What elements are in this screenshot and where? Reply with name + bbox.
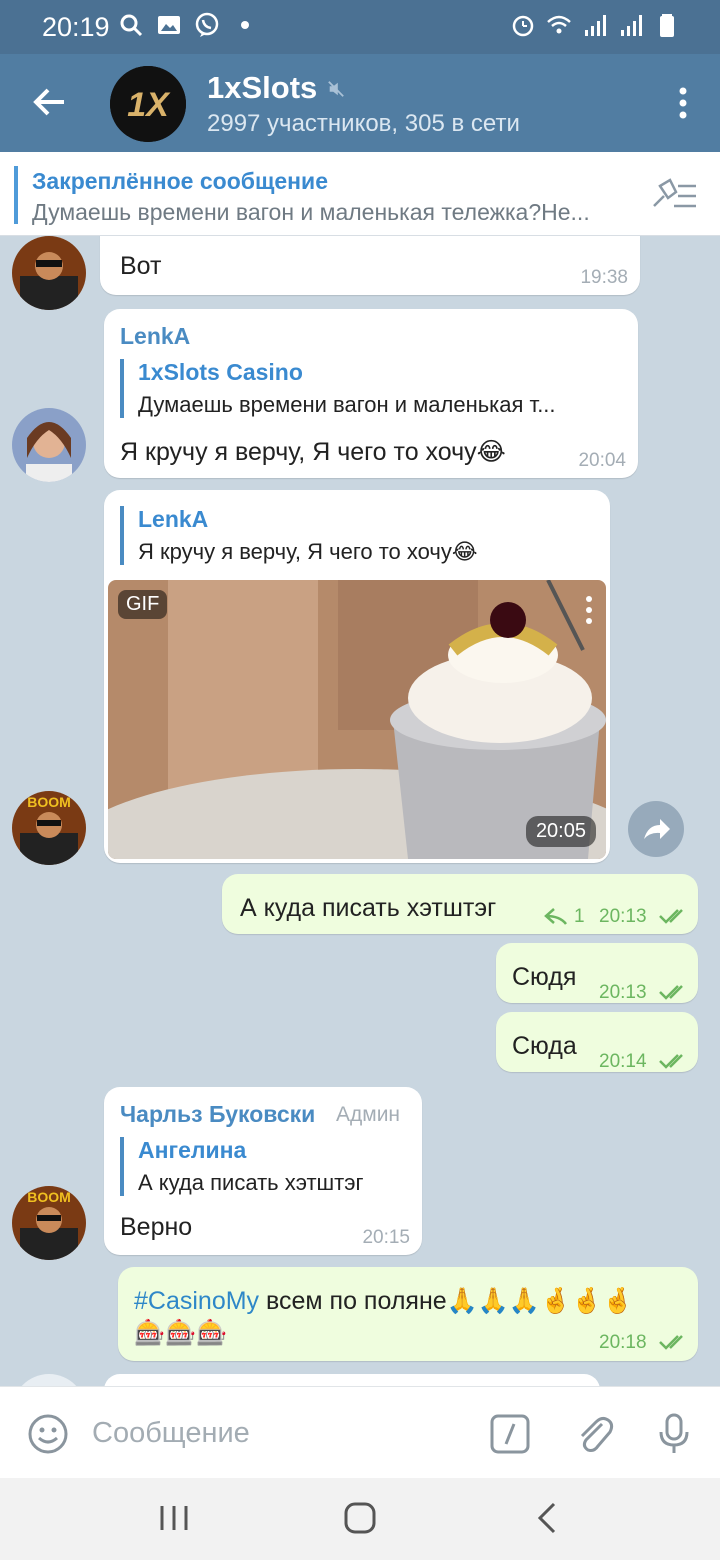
avatar-lenka[interactable] <box>12 408 86 482</box>
gif-menu-icon[interactable] <box>586 596 592 624</box>
message-time: 20:18 <box>599 1332 647 1353</box>
back-nav-icon[interactable] <box>528 1498 568 1538</box>
message-bubble[interactable]: Вот 19:38 <box>100 236 640 295</box>
reply-name: Ангелина <box>138 1137 247 1163</box>
reply-text: Думаешь времени вагон и маленькая т... <box>138 392 556 417</box>
message-text: Сюда <box>512 1032 577 1060</box>
more-menu-icon[interactable] <box>676 86 690 120</box>
reply-quote[interactable]: Ангелина А куда писать хэтштэг <box>120 1137 410 1196</box>
reply-text: Я кручу я верчу, Я чего то хочу😂 <box>138 539 478 564</box>
message-time: 20:13 <box>599 982 647 1003</box>
hashtag-link[interactable]: #CasinoMy <box>134 1287 259 1315</box>
outgoing-message-bubble[interactable]: Сюдя 20:13 <box>496 943 698 1003</box>
message-time: 20:13 <box>599 906 647 927</box>
reply-quote[interactable]: 1xSlots Casino Думаешь времени вагон и м… <box>120 359 620 418</box>
reply-text: А куда писать хэтштэг <box>138 1170 364 1195</box>
outgoing-message-bubble[interactable]: А куда писать хэтштэг 1 20:13 <box>222 874 698 934</box>
outgoing-message-bubble[interactable]: #CasinoMy всем по поляне🙏🙏🙏🤞🤞🤞 🎰🎰🎰 20:18 <box>118 1267 698 1361</box>
message-time: 20:15 <box>362 1227 410 1248</box>
reply-name: 1xSlots Casino <box>138 359 303 385</box>
home-icon[interactable] <box>340 1498 380 1538</box>
battery-icon <box>654 12 680 38</box>
wifi-icon <box>546 12 572 38</box>
read-check-icon <box>658 983 690 1001</box>
mute-icon <box>327 70 345 106</box>
message-list[interactable]: Вот 19:38 LenkA 1xSlots Casino Думаешь в… <box>0 236 720 1386</box>
status-bar: 20:19 <box>0 0 720 54</box>
chat-title[interactable]: 1xSlots <box>207 70 345 106</box>
message-text: Сюдя <box>512 963 577 991</box>
system-nav-bar <box>0 1478 720 1560</box>
search-icon <box>118 12 144 38</box>
svg-text:BOOM: BOOM <box>27 1189 71 1205</box>
admin-badge: Админ <box>336 1103 401 1126</box>
outgoing-message-bubble[interactable]: Сюда 20:14 <box>496 1012 698 1072</box>
microphone-icon[interactable] <box>652 1412 696 1456</box>
message-bubble[interactable]: LenkA 1xSlots Casino Думаешь времени ваг… <box>104 309 638 478</box>
avatar-user-boom[interactable] <box>12 236 86 310</box>
message-text: Верно <box>120 1213 193 1241</box>
svg-text:BOOM: BOOM <box>27 794 71 810</box>
gif-time: 20:05 <box>525 816 596 847</box>
message-bubble[interactable]: Чарльз Буковски Админ Ангелина А куда пи… <box>104 1087 422 1255</box>
message-input[interactable]: Сообщение <box>92 1417 250 1450</box>
gif-label: GIF <box>118 590 168 619</box>
reply-count: 1 <box>574 906 585 927</box>
reply-quote[interactable]: LenkA Я кручу я верчу, Я чего то хочу😂 <box>120 506 600 565</box>
gif-media[interactable]: GIF 20:05 <box>108 580 606 859</box>
pinned-title: Закреплённое сообщение <box>32 168 328 194</box>
attach-icon[interactable] <box>572 1412 616 1456</box>
read-check-icon <box>658 1333 690 1351</box>
pinned-message[interactable]: Закреплённое сообщение Думаешь времени в… <box>0 152 720 236</box>
read-check-icon <box>658 1052 690 1070</box>
signal-icon <box>582 12 608 38</box>
logo-text: 1X <box>127 86 171 124</box>
signal-2-icon <box>618 12 644 38</box>
pinned-bar <box>14 166 18 224</box>
reply-arrow-icon <box>544 906 568 926</box>
status-time: 20:19 <box>42 12 110 42</box>
message-text-body: всем по поляне🙏🙏🙏🤞🤞🤞 <box>259 1287 634 1315</box>
recent-apps-icon[interactable] <box>154 1498 194 1538</box>
avatar-partial[interactable] <box>12 1374 86 1386</box>
chat-header: 1X 1xSlots 2997 участников, 305 в сети <box>0 54 720 152</box>
sender-name[interactable]: Чарльз Буковски <box>120 1101 315 1128</box>
read-check-icon <box>658 907 690 925</box>
message-bubble-partial[interactable] <box>104 1374 600 1386</box>
unpin-icon[interactable] <box>650 176 700 216</box>
gif-message-bubble[interactable]: LenkA Я кручу я верчу, Я чего то хочу😂 G… <box>104 490 610 863</box>
reply-name: LenkA <box>138 506 209 532</box>
alarm-icon <box>510 12 536 38</box>
pinned-text: Думаешь времени вагон и маленькая тележк… <box>32 199 590 225</box>
back-arrow-icon[interactable] <box>30 82 70 122</box>
message-time: 20:04 <box>578 450 626 471</box>
message-time: 20:14 <box>599 1051 647 1072</box>
chat-title-text: 1xSlots <box>207 70 318 105</box>
emoji-line: 🎰🎰🎰 <box>134 1319 228 1347</box>
notification-dot-icon <box>232 12 258 38</box>
message-input-bar: Сообщение <box>0 1386 720 1478</box>
bot-commands-icon[interactable] <box>488 1412 532 1456</box>
channel-avatar[interactable]: 1X <box>110 66 186 142</box>
message-text: А куда писать хэтштэг <box>240 894 497 922</box>
gallery-icon <box>156 12 182 38</box>
message-time: 19:38 <box>580 267 628 288</box>
message-text: Я кручу я верчу, Я чего то хочу😂 <box>120 438 506 466</box>
emoji-icon[interactable] <box>26 1412 70 1456</box>
viber-icon <box>194 12 220 38</box>
sender-name[interactable]: LenkA <box>120 323 190 350</box>
chat-subtitle: 2997 участников, 305 в сети <box>207 110 520 137</box>
share-button[interactable] <box>628 801 684 857</box>
avatar-user-boom[interactable]: BOOM <box>12 791 86 865</box>
message-text: #CasinoMy всем по поляне🙏🙏🙏🤞🤞🤞 <box>134 1287 633 1316</box>
avatar-charles[interactable]: BOOM <box>12 1186 86 1260</box>
message-text: Вот <box>120 252 162 280</box>
